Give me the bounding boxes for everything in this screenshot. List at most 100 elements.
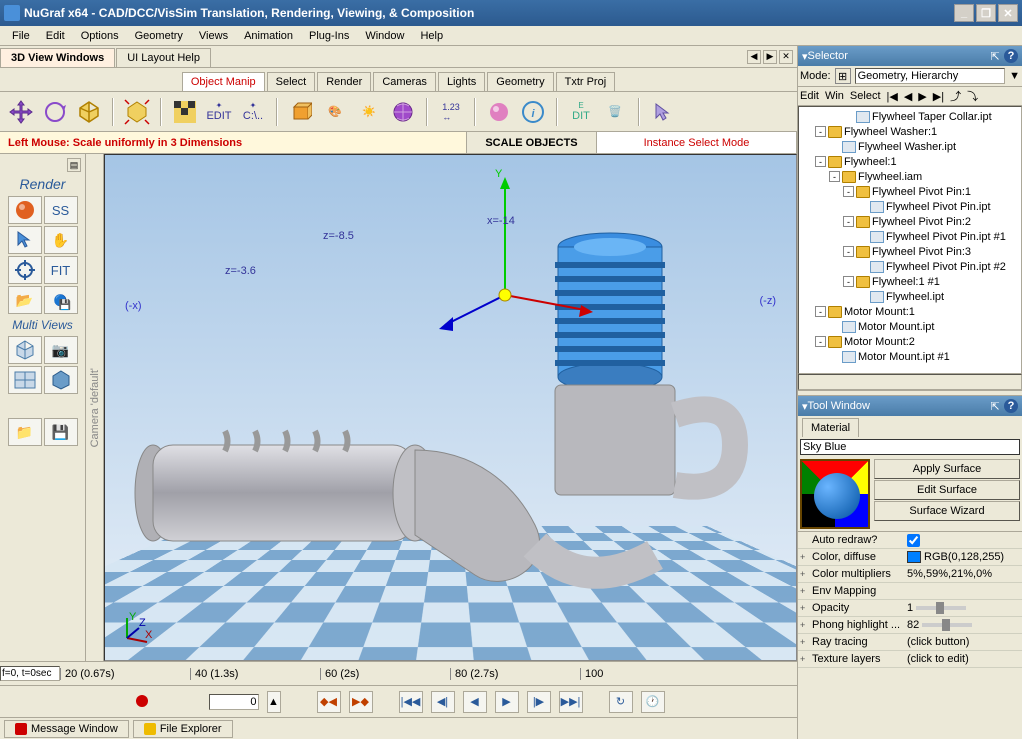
scale-tool-icon[interactable] xyxy=(74,97,104,127)
sel-nav-last-icon[interactable]: ▶| xyxy=(933,90,944,103)
tab-scroll-right-icon[interactable]: ▶ xyxy=(763,50,777,64)
toolbox-menu-icon[interactable]: ▤ xyxy=(67,158,81,172)
stab-geometry[interactable]: Geometry xyxy=(487,72,553,91)
tree-item[interactable]: Motor Mount.ipt #1 xyxy=(801,349,1019,364)
property-value[interactable]: 1 xyxy=(907,602,1020,614)
stab-lights[interactable]: Lights xyxy=(438,72,485,91)
tree-item[interactable]: Flywheel Pivot Pin.ipt #1 xyxy=(801,229,1019,244)
tree-item[interactable]: -Flywheel:1 xyxy=(801,154,1019,169)
key-prev-icon[interactable]: ◆◀ xyxy=(317,691,341,713)
clock-icon[interactable]: 🕐 xyxy=(641,691,665,713)
rotate-tool-icon[interactable] xyxy=(40,97,70,127)
menu-edit[interactable]: Edit xyxy=(38,28,73,44)
property-value[interactable]: (click button) xyxy=(907,636,1020,648)
globe-icon[interactable] xyxy=(388,97,418,127)
sel-select[interactable]: Select xyxy=(850,90,881,102)
panel-pin-icon[interactable]: ⇱ xyxy=(988,49,1002,63)
minimize-button[interactable]: _ xyxy=(954,4,974,22)
scale-uniform-icon[interactable] xyxy=(122,97,152,127)
tree-item[interactable]: -Motor Mount:2 xyxy=(801,334,1019,349)
timeline-frame-input[interactable] xyxy=(0,666,60,681)
expand-icon[interactable]: + xyxy=(800,586,812,596)
tree-item[interactable]: Flywheel.ipt xyxy=(801,289,1019,304)
property-row[interactable]: +Ray tracing(click button) xyxy=(798,634,1022,651)
mode-icon[interactable]: ⊞ xyxy=(835,68,851,84)
key-next-icon[interactable]: ▶◆ xyxy=(349,691,373,713)
tree-item[interactable]: Flywheel Pivot Pin.ipt xyxy=(801,199,1019,214)
cursor-icon[interactable] xyxy=(648,97,678,127)
panel-pin-icon[interactable]: ⇱ xyxy=(988,399,1002,413)
mode-dropdown-icon[interactable]: ▼ xyxy=(1009,70,1020,82)
sel-nav-first-icon[interactable]: |◀ xyxy=(887,90,898,103)
menu-animation[interactable]: Animation xyxy=(236,28,301,44)
tree-toggle-icon[interactable]: - xyxy=(815,156,826,167)
property-row[interactable]: +Color, diffuseRGB(0,128,255) xyxy=(798,549,1022,566)
edit-icon[interactable]: ✦EDIT xyxy=(204,97,234,127)
frame-number-input[interactable] xyxy=(209,694,259,710)
scale-123-icon[interactable]: 1.23↔ xyxy=(436,97,466,127)
property-value[interactable]: 82 xyxy=(907,619,1020,631)
folder-yellow-button[interactable]: 📁 xyxy=(8,418,42,446)
sel-nav-up-icon[interactable]: ⤴ xyxy=(950,88,961,104)
slider[interactable] xyxy=(922,623,972,627)
step-forward-icon[interactable]: |▶ xyxy=(527,691,551,713)
play-forward-icon[interactable]: ▶ xyxy=(495,691,519,713)
cl-icon[interactable]: ✦C:\.. xyxy=(238,97,268,127)
material-tab[interactable]: Material xyxy=(802,418,859,437)
expand-icon[interactable]: + xyxy=(800,620,812,630)
slider[interactable] xyxy=(916,606,966,610)
mode-select[interactable]: Geometry, Hierarchy xyxy=(855,68,1006,84)
move-tool-icon[interactable] xyxy=(6,97,36,127)
tree-toggle-icon[interactable]: - xyxy=(815,306,826,317)
sel-nav-next-icon[interactable]: ▶ xyxy=(918,90,926,103)
close-button[interactable]: ✕ xyxy=(998,4,1018,22)
sphere-icon[interactable] xyxy=(484,97,514,127)
sel-win[interactable]: Win xyxy=(825,90,844,102)
tree-toggle-icon[interactable]: - xyxy=(829,171,840,182)
expand-icon[interactable]: + xyxy=(800,552,812,562)
tree-item[interactable]: -Flywheel Washer:1 xyxy=(801,124,1019,139)
save-sphere-button[interactable]: 🔵💾 xyxy=(44,286,78,314)
surface-wizard-button[interactable]: Surface Wizard xyxy=(874,501,1020,521)
tree-toggle-icon[interactable]: - xyxy=(815,336,826,347)
stab-select[interactable]: Select xyxy=(267,72,316,91)
tree-item[interactable]: Flywheel Pivot Pin.ipt #2 xyxy=(801,259,1019,274)
property-row[interactable]: +Texture layers(click to edit) xyxy=(798,651,1022,668)
material-preview[interactable] xyxy=(800,459,870,529)
apply-surface-button[interactable]: Apply Surface xyxy=(874,459,1020,479)
record-marker-icon[interactable] xyxy=(133,692,153,712)
tree-toggle-icon[interactable]: - xyxy=(843,276,854,287)
ss-button[interactable]: SS xyxy=(44,196,78,224)
property-row[interactable]: +Phong highlight ...82 xyxy=(798,617,1022,634)
tab-scroll-left-icon[interactable]: ◀ xyxy=(747,50,761,64)
property-row[interactable]: +Opacity1 xyxy=(798,600,1022,617)
select-cursor-button[interactable] xyxy=(8,226,42,254)
tree-item[interactable]: -Flywheel.iam xyxy=(801,169,1019,184)
expand-icon[interactable]: + xyxy=(800,569,812,579)
goto-end-icon[interactable]: ▶▶| xyxy=(559,691,583,713)
hierarchy-tree[interactable]: Flywheel Taper Collar.ipt-Flywheel Washe… xyxy=(798,106,1022,374)
goto-start-icon[interactable]: |◀◀ xyxy=(399,691,423,713)
property-value[interactable]: (click to edit) xyxy=(907,653,1020,665)
stab-cameras[interactable]: Cameras xyxy=(373,72,436,91)
tree-toggle-icon[interactable]: - xyxy=(843,246,854,257)
3d-viewport[interactable]: Y z=-8.5 z=-3.6 x=-14 (-x) (-z) Y X Z xyxy=(104,154,797,661)
tree-toggle-icon[interactable]: - xyxy=(843,186,854,197)
menu-views[interactable]: Views xyxy=(191,28,236,44)
trash-icon[interactable]: 🗑️ xyxy=(600,97,630,127)
sel-nav-prev-icon[interactable]: ◀ xyxy=(904,90,912,103)
tree-hscroll[interactable] xyxy=(798,374,1022,390)
property-value[interactable]: RGB(0,128,255) xyxy=(907,551,1020,563)
tab-file-explorer[interactable]: File Explorer xyxy=(133,720,233,738)
checker-1-icon[interactable] xyxy=(170,97,200,127)
tab-message-window[interactable]: Message Window xyxy=(4,720,129,738)
color-swatch[interactable] xyxy=(907,551,921,563)
tree-item[interactable]: -Flywheel Pivot Pin:1 xyxy=(801,184,1019,199)
property-row[interactable]: Auto redraw? xyxy=(798,532,1022,549)
tree-toggle-icon[interactable]: - xyxy=(843,216,854,227)
step-back-icon[interactable]: ◀| xyxy=(431,691,455,713)
folder-open-button[interactable]: 📂 xyxy=(8,286,42,314)
tree-item[interactable]: -Motor Mount:1 xyxy=(801,304,1019,319)
stab-render[interactable]: Render xyxy=(317,72,371,91)
panel-help-icon[interactable]: ? xyxy=(1004,399,1018,413)
